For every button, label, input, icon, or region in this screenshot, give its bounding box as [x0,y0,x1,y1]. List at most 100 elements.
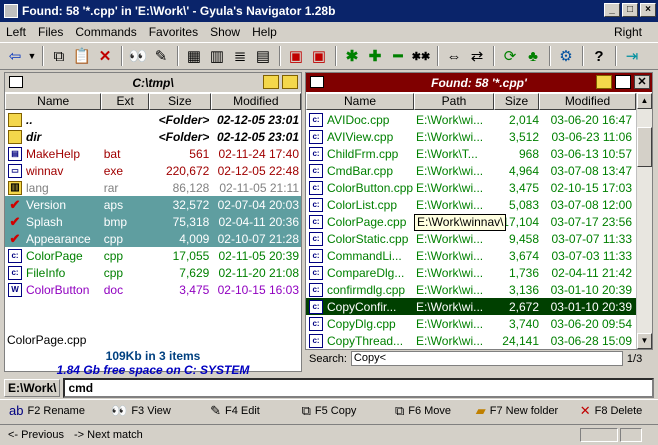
table-row[interactable]: ▭ winnav exe 220,672 02-12-05 22:48 [5,162,301,179]
table-row[interactable]: dir <Folder> 02-12-05 23:01 [5,128,301,145]
left-panel: C:\tmp\ Name Ext Size Modified .. <Folder… [4,72,302,372]
binoculars-icon[interactable]: 👀 [127,45,149,67]
table-row[interactable]: c: ColorStatic.cpp E:\Work\wi... 9,458 03-07… [306,230,636,247]
columns-icon[interactable]: ▥ [206,45,228,67]
fkey-button[interactable]: ✕ F8 Delete [564,403,658,419]
refresh-icon[interactable]: ⟳ [499,45,521,67]
file-name: Version [26,197,67,212]
table-row[interactable]: c: ColorButton.cpp E:\Work\wi... 3,475 02-10… [306,179,636,196]
scroll-up-arrow-icon[interactable]: ▲ [637,93,652,109]
table-row[interactable]: c: ChildFrm.cpp E:\Work\T... 968 03-06-13 10… [306,145,636,162]
table-row[interactable]: W ColorButton doc 3,475 02-10-15 16:03 [5,281,301,298]
paste-icon[interactable]: 📋 [71,45,93,67]
table-row[interactable]: c: CopyDlg.cpp E:\Work\wi... 3,740 03-06-20 … [306,315,636,332]
right-panel-title: Found: 58 '*.cpp' [431,75,527,90]
file-size: <Folder> [158,129,210,144]
remove-file-icon[interactable]: ▣ [308,45,330,67]
table-row[interactable]: ▥ lang rar 86,128 02-11-05 21:11 [5,179,301,196]
invert-selection-icon[interactable]: ✱✱ [410,45,432,67]
select-minus-icon[interactable]: ━ [387,45,409,67]
search-input[interactable]: Copy< [350,351,623,366]
col-size[interactable]: Size [494,93,539,110]
menu-favorites[interactable]: Favorites [143,25,204,39]
close-button[interactable]: × [640,3,656,17]
back-arrow-icon[interactable]: ⇦ [4,45,26,67]
menu-files[interactable]: Files [32,25,69,39]
file-name: ColorButton.cpp [327,180,414,195]
fkey-button[interactable]: ab F2 Rename [0,403,94,418]
file-name: ColorList.cpp [327,197,398,212]
col-modified[interactable]: Modified [210,93,302,110]
settings-icon[interactable]: ⚙ [555,45,577,67]
col-ext[interactable]: Ext [101,93,150,110]
tile-icon[interactable]: ▤ [252,45,274,67]
vertical-scrollbar[interactable]: ▲ ▼ [636,93,652,349]
left-panel-path[interactable]: C:\tmp\ [132,76,173,90]
new-file-icon[interactable]: ▣ [285,45,307,67]
select-plus-icon[interactable]: ✚ [364,45,386,67]
col-path[interactable]: Path [414,93,494,110]
table-row[interactable]: .. <Folder> 02-12-05 23:01 [5,111,301,128]
table-row[interactable]: ▤ MakeHelp bat 561 02-11-24 17:40 [5,145,301,162]
table-row[interactable]: c: CommandLi... E:\Work\wi... 3,674 03-07-03… [306,247,636,264]
file-ext: doc [103,282,124,297]
col-modified[interactable]: Modified [539,93,636,110]
current-file: ColorPage.cpp [7,333,87,347]
tree-icon[interactable]: ♣ [522,45,544,67]
table-row[interactable]: c: AVIDoc.cpp E:\Work\wi... 2,014 03-06-20 1… [306,111,636,128]
copy-icon[interactable]: ⧉ [48,45,70,67]
file-modified: 03-07-08 13:47 [550,163,632,178]
col-name[interactable]: Name [5,93,102,110]
minimize-button[interactable]: _ [604,3,620,17]
fkey-button[interactable]: ▰ F7 New folder [470,403,564,419]
file-size: 1,736 [508,265,539,280]
col-name[interactable]: Name [306,93,414,110]
table-row[interactable]: c: ColorPage cpp 17,055 02-11-05 20:39 [5,247,301,264]
cmdline-input[interactable]: cmd [63,378,654,398]
table-row[interactable]: c: confirmdlg.cpp E:\Work\wi... 3,136 03-01-… [306,281,636,298]
menu-help[interactable]: Help [246,25,283,39]
folder-up-button-icon[interactable] [263,75,279,89]
table-row[interactable]: c: FileInfo cpp 7,629 02-11-20 21:08 [5,264,301,281]
table-row[interactable]: ✔ Appearance cpp 4,009 02-10-07 21:28 [5,230,301,247]
table-row[interactable]: c: CompareDlg... E:\Work\wi... 1,736 02-04-1… [306,264,636,281]
menu-right[interactable]: Right [608,25,648,39]
close-panel-icon[interactable]: ✕ [634,75,650,89]
title-bar: Found: 58 '*.cpp' in 'E:\Work\' - Gyula'… [0,0,658,22]
maximize-button[interactable]: □ [622,3,638,17]
goto-folder-icon[interactable] [596,75,612,89]
help-icon[interactable]: ? [588,45,610,67]
fkey-button[interactable]: ⧉ F5 Copy [282,403,376,419]
grid-icon[interactable]: ▦ [183,45,205,67]
table-row[interactable]: c: CmdBar.cpp E:\Work\wi... 4,964 03-07-08 1… [306,162,636,179]
select-all-icon[interactable]: ✱ [341,45,363,67]
menu-show[interactable]: Show [204,25,246,39]
list-icon[interactable]: ≣ [229,45,251,67]
scroll-down-arrow-icon[interactable]: ▼ [637,333,652,349]
fkey-button[interactable]: 👀 F3 View [94,403,188,419]
file-size: 86,128 [172,180,210,195]
menu-left[interactable]: Left [0,25,32,39]
menu-commands[interactable]: Commands [69,25,142,39]
exit-icon[interactable]: ⇥ [621,45,643,67]
main-window: Found: 58 '*.cpp' in 'E:\Work\' - Gyula'… [0,0,658,445]
swap-icon[interactable]: ⇄ [466,45,488,67]
compare-icon[interactable]: ⇔ [443,45,465,67]
pen-icon[interactable]: ✎ [150,45,172,67]
table-row[interactable]: ✔ Splash bmp 75,318 02-04-11 20:36 [5,213,301,230]
table-row[interactable]: ✔ Version aps 32,572 02-07-04 20:03 [5,196,301,213]
col-size[interactable]: Size [149,93,211,110]
save-icon[interactable] [615,75,631,89]
scroll-thumb[interactable] [637,127,652,167]
dropdown-arrow-icon[interactable]: ▼ [27,45,37,67]
folder-root-button-icon[interactable] [282,75,298,89]
table-row[interactable]: c: CopyConfir... E:\Work\wi... 2,672 03-01-1… [306,298,636,315]
table-row[interactable]: c: CopyThread... E:\Work\wi... 24,141 03-06-… [306,332,636,349]
fkey-button[interactable]: ⧉ F6 Move [376,403,470,419]
fkey-button[interactable]: ✎ F4 Edit [188,403,282,419]
file-modified: 03-01-10 20:39 [550,299,632,314]
table-row[interactable]: c: AVIView.cpp E:\Work\wi... 3,512 03-06-23 … [306,128,636,145]
delete-x-icon[interactable]: ✕ [94,45,116,67]
table-row[interactable]: c: ColorList.cpp E:\Work\wi... 5,083 03-07-0… [306,196,636,213]
file-name: MakeHelp [26,146,81,161]
